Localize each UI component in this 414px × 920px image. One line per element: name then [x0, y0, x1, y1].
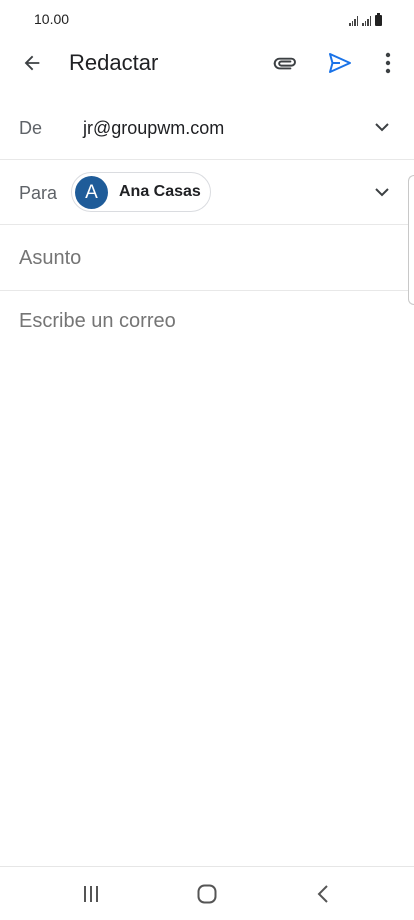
status-bar: 10.00 — [0, 0, 414, 40]
page-title: Redactar — [69, 50, 159, 75]
status-icons — [349, 12, 382, 26]
paperclip-icon — [273, 57, 296, 70]
toolbar: Redactar — [0, 40, 414, 86]
chevron-down-icon — [375, 188, 389, 197]
edge-panel-handle[interactable] — [408, 175, 414, 305]
send-icon — [329, 53, 351, 73]
navigation-bar — [0, 866, 414, 920]
to-row: Para A Ana Casas — [0, 160, 414, 225]
back-icon — [317, 885, 328, 903]
signal-icon-2 — [362, 16, 371, 26]
back-button[interactable] — [18, 49, 46, 77]
battery-icon — [375, 13, 382, 26]
to-label: Para — [19, 183, 58, 203]
recipient-chip[interactable]: A Ana Casas — [71, 172, 211, 212]
send-button[interactable] — [325, 49, 355, 77]
from-label: De — [19, 118, 43, 138]
more-vert-icon — [385, 52, 391, 74]
from-expand-button[interactable] — [372, 117, 392, 137]
compose-screen: 10.00 Redactar De jr@groupwm.com Para A … — [0, 0, 414, 920]
subject-input[interactable] — [19, 247, 379, 270]
nav-back-button[interactable] — [308, 881, 338, 907]
home-icon — [197, 884, 217, 904]
arrow-left-icon — [24, 55, 40, 71]
from-row: De jr@groupwm.com — [0, 96, 414, 160]
body-input[interactable] — [19, 310, 389, 810]
signal-icon — [349, 16, 358, 26]
status-time: 10.00 — [34, 11, 70, 27]
home-button[interactable] — [192, 881, 222, 907]
attach-button[interactable] — [270, 49, 300, 77]
to-expand-button[interactable] — [372, 182, 392, 202]
recents-icon — [84, 886, 98, 902]
chevron-down-icon — [375, 123, 389, 132]
more-options-button[interactable] — [375, 49, 401, 77]
subject-row — [0, 225, 414, 291]
recents-button[interactable] — [76, 881, 106, 907]
from-account[interactable]: jr@groupwm.com — [83, 118, 224, 139]
avatar: A — [75, 175, 108, 209]
recipient-name: Ana Casas — [119, 183, 201, 200]
